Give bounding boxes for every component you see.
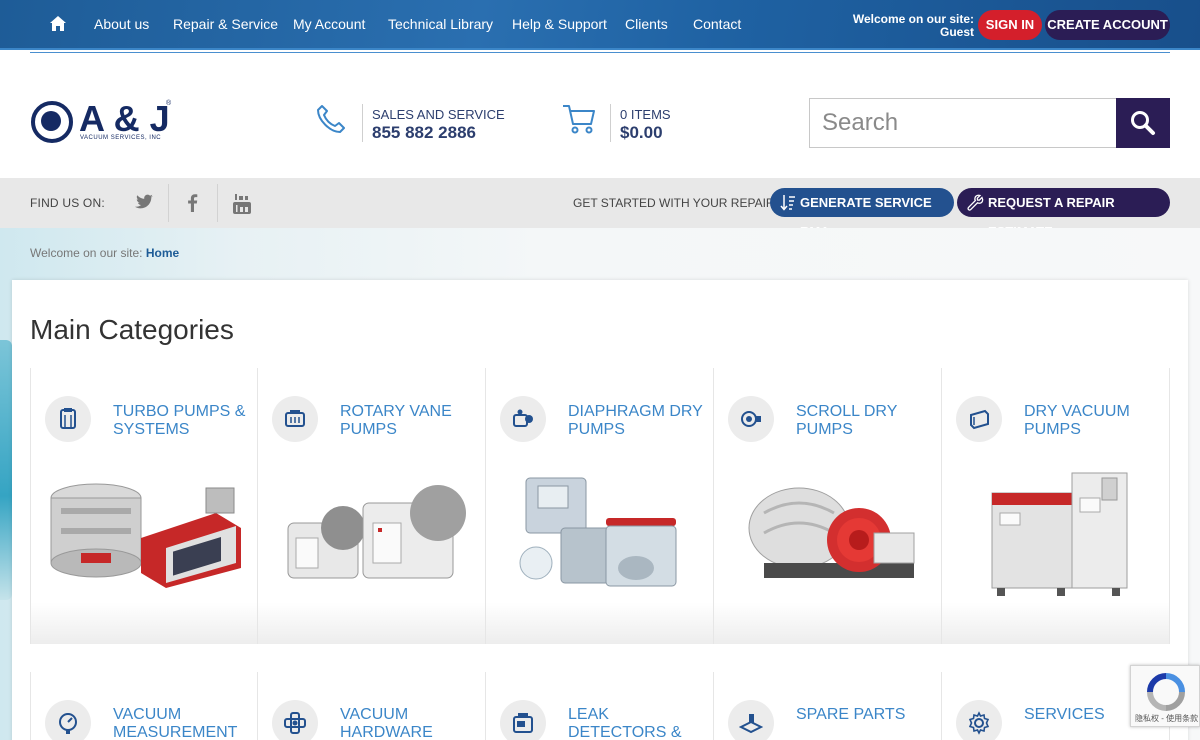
nav-technical-library[interactable]: Technical Library [388, 16, 493, 32]
category-title[interactable]: VACUUM HARDWARE [340, 706, 480, 740]
home-icon[interactable] [49, 15, 67, 33]
facebook-icon [188, 194, 198, 212]
category-title[interactable]: VACUUM MEASUREMENT [113, 706, 253, 740]
nav-contact[interactable]: Contact [693, 16, 741, 32]
wrench-icon [967, 194, 984, 211]
category-title[interactable]: ROTARY VANE PUMPS [340, 403, 480, 439]
turbo-pump-icon [45, 396, 91, 442]
category-card-turbo-pumps[interactable]: TURBO PUMPS & SYSTEMS [30, 368, 258, 644]
welcome-message: Welcome on our site: Guest [853, 13, 974, 39]
cart-total[interactable]: $0.00 [620, 123, 663, 143]
sign-in-button[interactable]: SIGN IN [978, 10, 1042, 40]
sales-phone-number[interactable]: 855 882 2886 [372, 123, 476, 143]
turbo-pump-product-image [50, 483, 241, 588]
header-separator [362, 104, 363, 142]
rotary-vane-product-image [287, 485, 466, 579]
welcome-user: Guest [939, 25, 974, 39]
category-card-leak-detectors[interactable]: LEAK DETECTORS & MASS SPECS [486, 672, 714, 740]
category-title[interactable]: LEAK DETECTORS & MASS SPECS [568, 706, 708, 740]
nav-repair-service[interactable]: Repair & Service [173, 16, 278, 32]
diaphragm-pump-icon [500, 396, 546, 442]
breadcrumb-home-link[interactable]: Home [146, 246, 179, 260]
nav-my-account[interactable]: My Account [293, 16, 365, 32]
recaptcha-terms-text[interactable]: 隐私权 - 使用条款 [1135, 713, 1198, 724]
breadcrumb-prefix: Welcome on our site: [30, 246, 143, 260]
scroll-pump-icon [728, 396, 774, 442]
rotary-vane-icon [272, 396, 318, 442]
logo-subtitle: VACUUM SERVICES, INC [80, 135, 162, 141]
recaptcha-icon [1147, 673, 1185, 711]
page-title: Main Categories [30, 314, 234, 345]
youtube-link[interactable] [218, 178, 266, 228]
nav-about-us[interactable]: About us [94, 16, 149, 32]
category-card-spare-parts[interactable]: SPARE PARTS [714, 672, 942, 740]
logo-dot-icon [41, 111, 61, 131]
category-title[interactable]: SPARE PARTS [796, 706, 936, 724]
phone-icon [317, 105, 345, 133]
youtube-icon [233, 194, 251, 214]
nav-help-support[interactable]: Help & Support [512, 16, 607, 32]
facebook-link[interactable] [169, 178, 217, 228]
twitter-link[interactable] [120, 178, 168, 228]
logo-registered-mark: ® [166, 100, 172, 107]
scroll-pump-product-image [748, 487, 915, 578]
shopping-cart-icon[interactable] [561, 100, 597, 136]
hardware-icon [272, 700, 318, 740]
gear-icon [956, 700, 1002, 740]
search-button[interactable] [1116, 98, 1170, 148]
dry-vacuum-icon [956, 396, 1002, 442]
create-account-button[interactable]: CREATE ACCOUNT [1045, 10, 1170, 40]
repair-cta-label: GET STARTED WITH YOUR REPAIR: [573, 196, 778, 210]
diaphragm-pump-product-image [519, 477, 677, 587]
category-card-vacuum-measurement[interactable]: VACUUM MEASUREMENT [30, 672, 258, 740]
sort-list-icon [780, 195, 795, 211]
sales-label: SALES AND SERVICE [372, 107, 505, 122]
breadcrumb: Welcome on our site: Home [30, 246, 179, 260]
find-us-label: FIND US ON: [30, 196, 105, 210]
logo-text: A & J [79, 98, 170, 139]
category-title[interactable]: SCROLL DRY PUMPS [796, 403, 936, 439]
dry-vacuum-product-image [991, 472, 1128, 596]
category-card-diaphragm[interactable]: DIAPHRAGM DRY PUMPS [486, 368, 714, 644]
category-card-rotary-vane[interactable]: ROTARY VANE PUMPS [258, 368, 486, 644]
top-navigation-bar: About us Repair & Service My Account Tec… [0, 0, 1200, 50]
category-title[interactable]: DRY VACUUM PUMPS [1024, 403, 1164, 439]
social-repair-bar: FIND US ON: GET STARTED WITH YOUR REPAIR… [0, 178, 1200, 239]
twitter-icon [134, 194, 153, 209]
generate-service-rma-button[interactable]: GENERATE SERVICE RMA [770, 188, 954, 239]
recaptcha-badge[interactable]: 隐私权 - 使用条款 [1130, 665, 1200, 727]
request-repair-estimate-button[interactable]: REQUEST A REPAIR ESTIMATE [957, 188, 1170, 239]
search-icon [1131, 111, 1155, 135]
search-input[interactable] [809, 98, 1116, 148]
decorative-left-accent [0, 340, 12, 600]
gauge-icon [45, 700, 91, 740]
category-title[interactable]: TURBO PUMPS & SYSTEMS [113, 403, 253, 439]
site-logo[interactable]: A & J ® VACUUM SERVICES, INC [30, 100, 180, 148]
leak-detector-icon [500, 700, 546, 740]
site-header: A & J ® VACUUM SERVICES, INC SALES AND S… [0, 52, 1200, 178]
header-separator [610, 104, 611, 142]
header-divider [30, 52, 1170, 53]
category-card-dry-vacuum[interactable]: DRY VACUUM PUMPS [942, 368, 1170, 644]
category-card-vacuum-hardware[interactable]: VACUUM HARDWARE [258, 672, 486, 740]
nav-clients[interactable]: Clients [625, 16, 668, 32]
category-card-scroll[interactable]: SCROLL DRY PUMPS [714, 368, 942, 644]
cart-item-count[interactable]: 0 ITEMS [620, 107, 671, 122]
category-title[interactable]: DIAPHRAGM DRY PUMPS [568, 403, 708, 439]
spare-parts-icon [728, 700, 774, 740]
